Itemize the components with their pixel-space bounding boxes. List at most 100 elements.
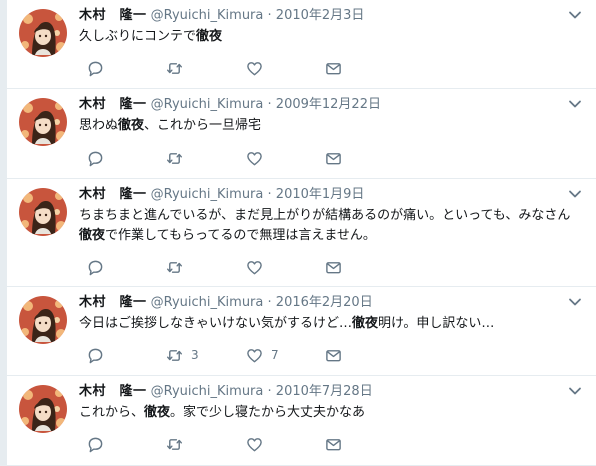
author-handle[interactable]: @Ryuichi_Kimura (151, 187, 264, 202)
separator-dot: · (267, 97, 272, 112)
separator-dot: · (267, 8, 272, 23)
separator-dot: · (267, 295, 272, 310)
tweet-text-segment: 思わぬ (79, 118, 119, 133)
retweet-icon (166, 349, 183, 361)
tweet-header: 木村 隆一 @Ryuichi_Kimura · 2016年2月20日 (79, 294, 576, 312)
like-icon (247, 151, 262, 165)
chevron-down-icon[interactable] (568, 8, 582, 22)
reply-icon (88, 260, 103, 275)
tweet-text: 思わぬ徹夜、これから一旦帰宅 (79, 116, 578, 136)
separator-dot: · (267, 187, 272, 202)
highlighted-term: 徹夜 (144, 405, 171, 420)
reply-icon (88, 348, 103, 363)
tweet[interactable]: 木村 隆一 @Ryuichi_Kimura · 2016年2月20日 今日はご挨… (7, 287, 596, 376)
highlighted-term: 徹夜 (79, 228, 106, 243)
chevron-down-icon[interactable] (568, 187, 582, 201)
like-icon (247, 348, 262, 362)
message-icon (326, 261, 341, 273)
tweet-text-segment: 今日はご挨拶しなきゃいけない気がするけど… (79, 316, 353, 331)
highlighted-term: 徹夜 (352, 316, 379, 331)
author-handle[interactable]: @Ryuichi_Kimura (151, 8, 264, 23)
tweet-actions (79, 434, 596, 454)
like-icon (247, 437, 262, 451)
like-icon (247, 260, 262, 274)
reply-icon (88, 151, 103, 166)
tweet-text-segment: 、これから一旦帰宅 (144, 118, 262, 133)
reply-icon (88, 61, 103, 76)
tweet-date[interactable]: 2010年7月28日 (276, 384, 373, 399)
reply-button[interactable] (87, 345, 104, 365)
reply-button[interactable] (87, 58, 104, 78)
like-button[interactable] (246, 58, 271, 78)
tweet-date[interactable]: 2010年1月9日 (276, 187, 365, 202)
tweet-actions (79, 257, 596, 277)
author-name[interactable]: 木村 隆一 (79, 187, 147, 202)
author-handle[interactable]: @Ryuichi_Kimura (151, 97, 264, 112)
reply-button[interactable] (87, 257, 104, 277)
author-name[interactable]: 木村 隆一 (79, 384, 147, 399)
retweet-icon (166, 62, 183, 74)
chevron-down-icon[interactable] (568, 384, 582, 398)
tweet-text: ちまちまと進んでいるが、まだ見上がりが結構あるのが痛い。といっても、みなさん徹夜… (79, 206, 578, 246)
author-name[interactable]: 木村 隆一 (79, 97, 147, 112)
tweet-header: 木村 隆一 @Ryuichi_Kimura · 2009年12月22日 (79, 96, 576, 114)
tweet[interactable]: 木村 隆一 @Ryuichi_Kimura · 2010年2月3日 久しぶりにコ… (7, 0, 596, 89)
chevron-down-icon[interactable] (568, 295, 582, 309)
author-name[interactable]: 木村 隆一 (79, 295, 147, 310)
chevron-down-icon[interactable] (568, 97, 582, 111)
tweet-text-segment: ちまちまと進んでいるが、まだ見上がりが結構あるのが痛い。といっても、みなさん (79, 208, 571, 223)
tweet-actions (79, 58, 596, 78)
tweet[interactable]: 木村 隆一 @Ryuichi_Kimura · 2009年12月22日 思わぬ徹… (7, 89, 596, 179)
tweet-text-segment: 明け。申し訳ない… (378, 316, 495, 331)
message-button[interactable] (325, 345, 342, 365)
tweet-feed: 木村 隆一 @Ryuichi_Kimura · 2010年2月3日 久しぶりにコ… (7, 0, 596, 466)
tweet-text-segment: 久しぶりにコンテで (79, 29, 197, 44)
retweet-button[interactable] (166, 148, 191, 168)
avatar[interactable] (19, 98, 67, 146)
avatar[interactable] (19, 385, 67, 433)
message-button[interactable] (325, 58, 342, 78)
reply-button[interactable] (87, 148, 104, 168)
like-button[interactable] (246, 148, 271, 168)
retweet-button[interactable] (166, 434, 191, 454)
avatar[interactable] (19, 188, 67, 236)
like-button[interactable]: 7 (246, 345, 279, 365)
tweet[interactable]: 木村 隆一 @Ryuichi_Kimura · 2010年1月9日 ちまちまと進… (7, 179, 596, 287)
like-button[interactable] (246, 257, 271, 277)
retweet-button[interactable] (166, 257, 191, 277)
separator-dot: · (267, 384, 272, 399)
message-icon (326, 62, 341, 74)
message-button[interactable] (325, 148, 342, 168)
tweet-actions: 3 7 (79, 345, 596, 365)
tweet[interactable]: 木村 隆一 @Ryuichi_Kimura · 2010年7月28日 これから、… (7, 376, 596, 466)
message-icon (326, 152, 341, 164)
message-icon (326, 438, 341, 450)
tweet-date[interactable]: 2009年12月22日 (276, 97, 381, 112)
retweet-button[interactable] (166, 58, 191, 78)
author-handle[interactable]: @Ryuichi_Kimura (151, 384, 264, 399)
reply-icon (88, 437, 103, 452)
avatar[interactable] (19, 9, 67, 57)
avatar[interactable] (19, 296, 67, 344)
tweet-text: 今日はご挨拶しなきゃいけない気がするけど…徹夜明け。申し訳ない… (79, 314, 578, 334)
author-name[interactable]: 木村 隆一 (79, 8, 147, 23)
retweet-icon (166, 438, 183, 450)
tweet-header: 木村 隆一 @Ryuichi_Kimura · 2010年7月28日 (79, 383, 576, 401)
reply-button[interactable] (87, 434, 104, 454)
highlighted-term: 徹夜 (118, 118, 145, 133)
message-button[interactable] (325, 257, 342, 277)
highlighted-term: 徹夜 (196, 29, 223, 44)
tweet-header: 木村 隆一 @Ryuichi_Kimura · 2010年2月3日 (79, 7, 576, 25)
like-button[interactable] (246, 434, 271, 454)
like-icon (247, 61, 262, 75)
tweet-date[interactable]: 2010年2月3日 (276, 8, 365, 23)
author-handle[interactable]: @Ryuichi_Kimura (151, 295, 264, 310)
tweet-text: これから、徹夜。家で少し寝たから大丈夫かなあ (79, 403, 578, 423)
tweet-actions (79, 148, 596, 168)
retweet-button[interactable]: 3 (166, 345, 199, 365)
tweet-text-segment: で作業してもらってるので無理は言えません。 (105, 228, 376, 243)
message-button[interactable] (325, 434, 342, 454)
message-icon (326, 349, 341, 361)
tweet-text-segment: 。家で少し寝たから大丈夫かなあ (170, 405, 366, 420)
tweet-date[interactable]: 2016年2月20日 (276, 295, 373, 310)
